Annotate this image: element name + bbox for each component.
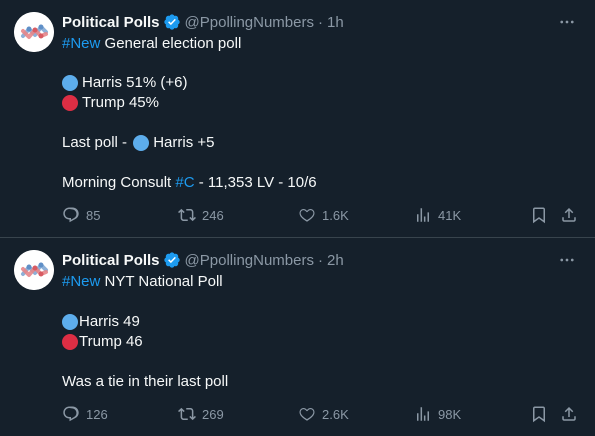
tweet-text-line: #New NYT National Poll bbox=[62, 272, 223, 292]
like-icon bbox=[299, 208, 315, 222]
author-name[interactable]: Political Polls bbox=[62, 252, 160, 269]
last-poll-value: Harris +5 bbox=[153, 134, 215, 151]
tweet[interactable]: Political Polls @PpollingNumbers · 1h #N… bbox=[0, 0, 595, 238]
more-options-button[interactable] bbox=[557, 12, 577, 32]
more-options-button[interactable] bbox=[557, 250, 577, 270]
author-handle[interactable]: @PpollingNumbers bbox=[185, 252, 314, 269]
bookmark-icon bbox=[533, 406, 545, 423]
reply-button[interactable]: 126 bbox=[62, 404, 108, 424]
tweet-text-line: Harris 49 bbox=[62, 312, 140, 332]
like-count: 1.6K bbox=[322, 207, 349, 223]
reply-icon bbox=[63, 207, 79, 223]
post-time[interactable]: 2h bbox=[327, 252, 344, 269]
separator-dot: · bbox=[317, 251, 323, 269]
more-icon bbox=[560, 258, 574, 262]
last-poll-label: Last poll - bbox=[62, 134, 132, 151]
hashtag-link[interactable]: #New bbox=[62, 34, 100, 54]
headline-text: NYT National Poll bbox=[100, 273, 223, 290]
share-button[interactable] bbox=[560, 404, 578, 424]
like-button[interactable]: 2.6K bbox=[298, 404, 349, 424]
blue-circle-icon bbox=[62, 314, 78, 330]
like-button[interactable]: 1.6K bbox=[298, 205, 349, 225]
red-circle-icon bbox=[62, 95, 78, 111]
share-button[interactable] bbox=[560, 205, 578, 225]
tweet-actions: 85 246 1.6K 41K bbox=[62, 205, 582, 225]
views-button[interactable]: 41K bbox=[414, 205, 461, 225]
bookmark-icon bbox=[533, 207, 545, 224]
author-handle[interactable]: @PpollingNumbers bbox=[185, 14, 314, 31]
avatar[interactable] bbox=[14, 250, 54, 290]
tweet-header: Political Polls @PpollingNumbers · 2h bbox=[62, 250, 344, 270]
blue-circle-icon bbox=[62, 75, 78, 91]
hashtag-link[interactable]: #New bbox=[62, 272, 100, 292]
note-text: Was a tie in their last poll bbox=[62, 373, 229, 390]
harris-result: Harris 51% (+6) bbox=[82, 74, 188, 91]
repost-count: 246 bbox=[202, 207, 224, 223]
hashtag-link[interactable]: #C bbox=[175, 173, 194, 193]
blue-circle-icon bbox=[133, 135, 150, 151]
tweet-text-line: Trump 45% bbox=[62, 93, 159, 113]
tweet-text-line: Was a tie in their last poll bbox=[62, 372, 228, 392]
reply-count: 85 bbox=[86, 207, 101, 223]
reply-icon bbox=[63, 406, 79, 422]
political-polls-logo-icon bbox=[14, 250, 54, 290]
share-icon bbox=[562, 207, 576, 222]
more-icon bbox=[560, 20, 574, 24]
post-time[interactable]: 1h bbox=[327, 14, 344, 31]
bookmark-button[interactable] bbox=[530, 404, 548, 424]
bookmark-button[interactable] bbox=[530, 205, 548, 225]
repost-count: 269 bbox=[202, 406, 224, 422]
views-icon bbox=[417, 407, 429, 421]
repost-icon bbox=[178, 208, 196, 222]
tweet[interactable]: Political Polls @PpollingNumbers · 2h #N… bbox=[0, 238, 595, 436]
tweet-actions: 126 269 2.6K 98K bbox=[62, 404, 582, 424]
view-count: 98K bbox=[438, 406, 462, 422]
political-polls-logo-icon bbox=[14, 12, 54, 52]
reply-count: 126 bbox=[86, 406, 108, 422]
avatar[interactable] bbox=[14, 12, 54, 52]
source-text: Morning Consult bbox=[62, 174, 176, 191]
separator-dot: · bbox=[317, 13, 323, 31]
tweet-text-line: Morning Consult #C - 11,353 LV - 10/6 bbox=[62, 173, 317, 193]
trump-result: Trump 45% bbox=[82, 94, 159, 111]
harris-result: Harris 49 bbox=[79, 313, 140, 330]
trump-result: Trump 46 bbox=[79, 333, 143, 350]
like-count: 2.6K bbox=[322, 406, 349, 422]
views-button[interactable]: 98K bbox=[414, 404, 461, 424]
repost-button[interactable]: 246 bbox=[178, 205, 224, 225]
repost-icon bbox=[178, 407, 196, 421]
share-icon bbox=[562, 406, 576, 421]
tweet-header: Political Polls @PpollingNumbers · 1h bbox=[62, 12, 344, 32]
tweet-text-line: Harris 51% (+6) bbox=[62, 73, 187, 93]
tweet-text-line: Trump 46 bbox=[62, 332, 143, 352]
reply-button[interactable]: 85 bbox=[62, 205, 100, 225]
verified-badge-icon[interactable] bbox=[163, 251, 181, 269]
tweet-text-line: #New General election poll bbox=[62, 34, 241, 54]
author-name[interactable]: Political Polls bbox=[62, 14, 160, 31]
tweet-text-line: Last poll - Harris +5 bbox=[62, 133, 214, 153]
like-icon bbox=[299, 407, 315, 421]
repost-button[interactable]: 269 bbox=[178, 404, 224, 424]
source-details: - 11,353 LV - 10/6 bbox=[194, 174, 317, 191]
red-circle-icon bbox=[62, 334, 78, 350]
verified-badge-icon[interactable] bbox=[163, 13, 181, 31]
views-icon bbox=[417, 208, 429, 222]
headline-text: General election poll bbox=[100, 35, 242, 52]
view-count: 41K bbox=[438, 207, 462, 223]
